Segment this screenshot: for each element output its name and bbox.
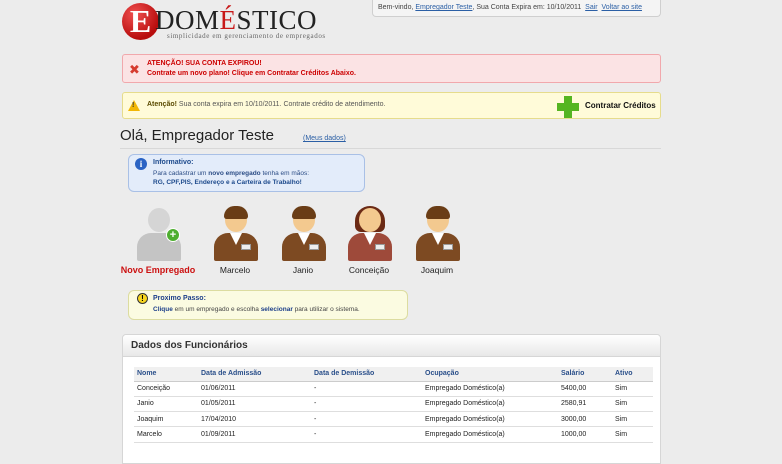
col-header[interactable]: Ativo xyxy=(612,367,653,382)
info-box-title: Informativo: xyxy=(153,159,194,166)
logo-tagline: simplicidade em gerenciamento de emprega… xyxy=(167,32,326,40)
exclamation-icon: ! xyxy=(137,293,148,304)
employees-table: Nome Data de Admissão Data de Demissão O… xyxy=(134,367,653,443)
back-to-site-link[interactable]: Voltar ao site xyxy=(602,4,642,11)
table-row[interactable]: Conceição 01/06/2011 - Empregado Domésti… xyxy=(134,381,653,397)
cell-occupation: Empregado Doméstico(a) xyxy=(422,411,558,428)
info-box-line2: RG, CPF,PIS, Endereço e a Carteira de Tr… xyxy=(153,179,302,186)
col-header[interactable]: Nome xyxy=(134,367,198,382)
logout-link[interactable]: Sair xyxy=(585,4,597,11)
next-step-box: ! Proximo Passo: Clique em um empregado … xyxy=(128,290,408,320)
cell-dismissal: - xyxy=(311,411,422,428)
add-plus-icon: + xyxy=(166,228,180,242)
page: E DOMÉSTICO simplicidade em gerenciament… xyxy=(112,0,672,464)
cell-occupation: Empregado Doméstico(a) xyxy=(422,396,558,413)
table-row[interactable]: Joaquim 17/04/2010 - Empregado Doméstico… xyxy=(134,411,653,428)
table-row[interactable]: Janio 01/05/2011 - Empregado Doméstico(a… xyxy=(134,396,653,413)
cell-dismissal: - xyxy=(311,396,422,413)
buy-credits-button[interactable]: Contratar Créditos xyxy=(585,101,656,110)
employee-card-conceicao[interactable]: Conceição xyxy=(339,206,399,276)
page-title: Olá, Empregador Teste xyxy=(120,127,274,144)
new-employee-avatar-icon: + xyxy=(136,206,182,261)
cell-active: Sim xyxy=(612,426,653,443)
cell-name: Conceição xyxy=(134,381,198,397)
employee-avatar-icon xyxy=(213,206,259,261)
cell-salary: 2580,91 xyxy=(558,396,612,413)
cell-name: Joaquim xyxy=(134,411,198,428)
col-header[interactable]: Salário xyxy=(558,367,612,382)
info-box-line1: Para cadastrar um novo empregado tenha e… xyxy=(153,170,310,177)
table-header-row: Nome Data de Admissão Data de Demissão O… xyxy=(134,367,653,382)
cell-name: Janio xyxy=(134,396,198,413)
employees-panel-title: Dados dos Funcionários xyxy=(123,335,660,357)
error-x-icon: ✖ xyxy=(129,62,140,77)
warning-icon: ! xyxy=(128,100,140,111)
cell-admission: 01/06/2011 xyxy=(198,381,311,397)
cell-dismissal: - xyxy=(311,381,422,397)
cell-salary: 5400,00 xyxy=(558,381,612,397)
cell-active: Sim xyxy=(612,411,653,428)
employee-card-marcelo[interactable]: Marcelo xyxy=(205,206,265,276)
add-credits-icon[interactable] xyxy=(557,96,579,118)
info-box: i Informativo: Para cadastrar um novo em… xyxy=(128,154,365,192)
cell-salary: 3000,00 xyxy=(558,411,612,428)
cell-active: Sim xyxy=(612,396,653,413)
employee-name: Joaquim xyxy=(420,265,454,275)
cell-dismissal: - xyxy=(311,426,422,443)
employee-avatar-icon xyxy=(347,206,393,261)
logo[interactable]: E DOMÉSTICO simplicidade em gerenciament… xyxy=(122,3,332,43)
next-step-title: Proximo Passo: xyxy=(153,295,206,302)
col-header[interactable]: Ocupação xyxy=(422,367,558,382)
cell-admission: 01/05/2011 xyxy=(198,396,311,413)
employee-avatar-icon xyxy=(281,206,327,261)
welcome-text: Bem-vindo, xyxy=(378,4,414,11)
divider xyxy=(120,148,661,149)
warning-alert: ! Atenção! Sua conta expira em 10/10/201… xyxy=(122,92,661,119)
col-header[interactable]: Data de Demissão xyxy=(311,367,422,382)
my-data-link[interactable]: (Meus dados) xyxy=(303,135,346,142)
employee-card-joaquim[interactable]: Joaquim xyxy=(407,206,467,276)
expired-alert: ✖ ATENÇÃO! SUA CONTA EXPIROU! Contrate u… xyxy=(122,54,661,83)
next-step-text: Clique em um empregado e escolha selecio… xyxy=(153,306,360,313)
table-row[interactable]: Marcelo 01/09/2011 - Empregado Doméstico… xyxy=(134,426,653,443)
warning-message: Atenção! Sua conta expira em 10/10/2011.… xyxy=(147,101,386,108)
cell-admission: 01/09/2011 xyxy=(198,426,311,443)
cell-name: Marcelo xyxy=(134,426,198,443)
expire-text: , Sua Conta Expira em: 10/10/2011 xyxy=(472,4,582,11)
employee-card-janio[interactable]: Janio xyxy=(273,206,333,276)
cell-admission: 17/04/2010 xyxy=(198,411,311,428)
logo-e-icon: E xyxy=(122,3,159,40)
col-header[interactable]: Data de Admissão xyxy=(198,367,311,382)
expired-alert-title: ATENÇÃO! SUA CONTA EXPIROU! xyxy=(147,60,262,67)
cell-occupation: Empregado Doméstico(a) xyxy=(422,381,558,397)
new-employee-label: Novo Empregado xyxy=(120,265,196,275)
employee-avatar-icon xyxy=(415,206,461,261)
cell-salary: 1000,00 xyxy=(558,426,612,443)
user-name-link[interactable]: Empregador Teste xyxy=(415,4,472,11)
user-bar: Bem-vindo, Empregador Teste, Sua Conta E… xyxy=(372,0,661,17)
employees-panel: Dados dos Funcionários Nome Data de Admi… xyxy=(122,334,661,464)
info-icon: i xyxy=(135,158,147,170)
cell-occupation: Empregado Doméstico(a) xyxy=(422,426,558,443)
cell-active: Sim xyxy=(612,381,653,397)
new-employee-card[interactable]: + Novo Empregado xyxy=(121,206,195,276)
expired-alert-message: Contrate um novo plano! Clique em Contra… xyxy=(147,70,356,77)
